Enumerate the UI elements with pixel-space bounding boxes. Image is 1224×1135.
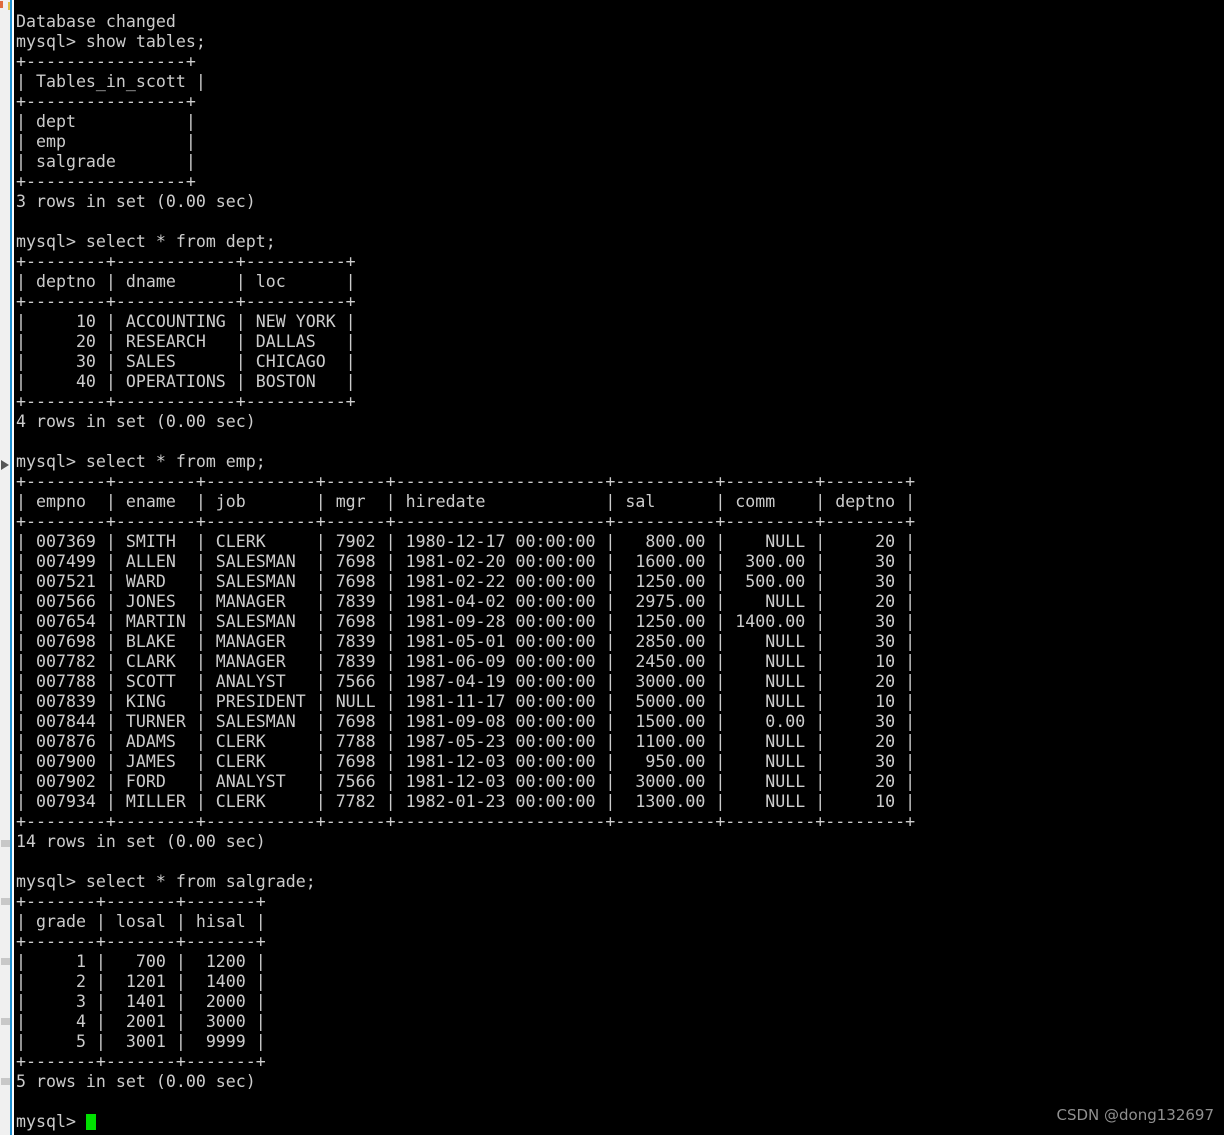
gutter-tick[interactable] [1,898,10,905]
gutter-error-marker [0,1,3,8]
gutter-scroll-arrow-icon[interactable] [1,460,9,470]
prompt-label: mysql> [16,1112,86,1131]
text-cursor [85,1114,96,1130]
gutter-tick[interactable] [1,958,10,965]
mysql-terminal[interactable]: Database changed mysql> show tables; +--… [14,0,1224,1135]
terminal-output: Database changed mysql> show tables; +--… [16,12,916,1091]
watermark-label: CSDN @dong132697 [1056,1106,1214,1124]
gutter-warning-marker [8,2,10,10]
gutter-tick[interactable] [1,1018,10,1025]
editor-gutter[interactable] [0,0,12,1135]
gutter-tick[interactable] [1,840,10,847]
terminal-prompt-line[interactable]: mysql> [16,1112,96,1132]
gutter-tick[interactable] [1,1078,10,1085]
